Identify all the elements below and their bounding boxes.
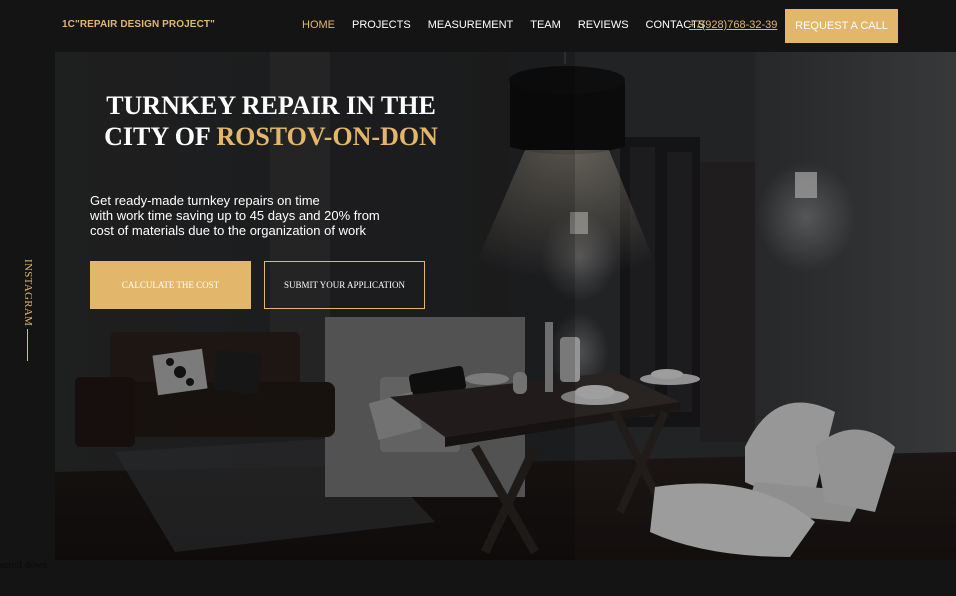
hero-subtitle-line: cost of materials due to the organizatio…: [90, 223, 367, 238]
hero-section: TURNKEY REPAIR IN THE CITY OF ROSTOV-ON-…: [55, 52, 956, 560]
nav-item-projects[interactable]: PROJECTS: [352, 19, 411, 31]
hero-subtitle-line: Get ready-made turnkey repairs on time: [90, 193, 320, 208]
nav-item-team[interactable]: TEAM: [530, 19, 561, 31]
hero-subtitle-line: with work time saving up to 45 days and …: [90, 208, 380, 223]
site-header: 1C"REPAIR DESIGN PROJECT" HOME PROJECTS …: [0, 0, 956, 52]
submit-application-button[interactable]: SUBMIT YOUR APPLICATION: [264, 261, 425, 309]
calculate-cost-button[interactable]: CALCULATE THE COST: [90, 261, 251, 309]
sidebar-divider: [27, 329, 28, 361]
main-nav: HOME PROJECTS MEASUREMENT TEAM REVIEWS C…: [302, 19, 705, 31]
site-logo[interactable]: 1C"REPAIR DESIGN PROJECT": [62, 19, 215, 30]
hero-title: TURNKEY REPAIR IN THE CITY OF ROSTOV-ON-…: [91, 90, 451, 152]
hero-subtitle: Get ready-made turnkey repairs on time w…: [90, 193, 430, 238]
nav-item-reviews[interactable]: REVIEWS: [578, 19, 629, 31]
social-sidebar: INSTAGRAM: [0, 52, 55, 560]
hero-title-accent: ROSTOV-ON-DON: [216, 122, 438, 151]
phone-link[interactable]: +7(928)768-32-39: [689, 19, 777, 31]
bottom-strip: [0, 560, 956, 596]
nav-item-home[interactable]: HOME: [302, 19, 335, 31]
scroll-down-link[interactable]: scroll down: [0, 560, 47, 571]
request-call-button[interactable]: REQUEST A CALL: [785, 9, 898, 43]
instagram-link[interactable]: INSTAGRAM: [22, 259, 34, 326]
nav-item-measurement[interactable]: MEASUREMENT: [428, 19, 514, 31]
